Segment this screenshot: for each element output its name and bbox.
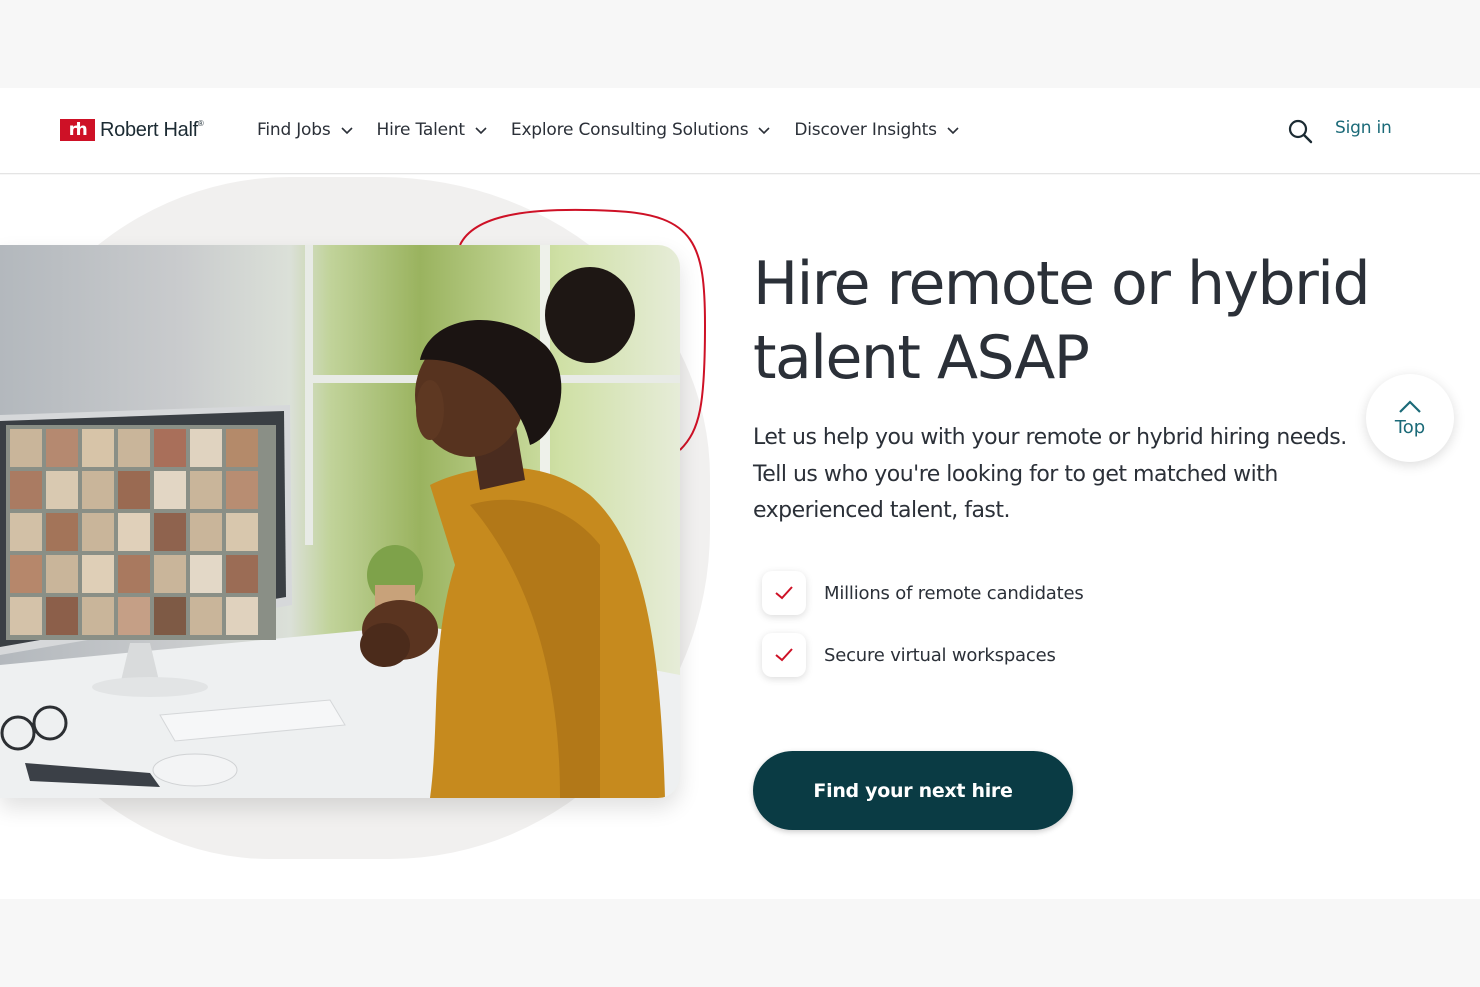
main-nav: Find Jobs Hire Talent Explore Consulting… [257, 118, 983, 142]
top-spacer [0, 0, 1480, 88]
hero-illustration [0, 245, 680, 798]
nav-hire-talent-label: Hire Talent [376, 120, 466, 140]
check-icon [762, 633, 806, 677]
logo-mark: rh [60, 119, 95, 141]
feature-label: Millions of remote candidates [824, 582, 1084, 604]
search-icon[interactable] [1287, 118, 1313, 144]
chevron-up-icon [1399, 399, 1421, 413]
logo-wordmark: Robert Half [100, 118, 198, 141]
find-next-hire-button[interactable]: Find your next hire [753, 751, 1073, 830]
chevron-down-icon [475, 127, 487, 135]
nav-hire-talent[interactable]: Hire Talent [377, 120, 487, 140]
nav-explore-consulting[interactable]: Explore Consulting Solutions [511, 120, 770, 140]
feature-item: Secure virtual workspaces [762, 633, 1056, 677]
hero-lead: Let us help you with your remote or hybr… [753, 425, 1347, 523]
hero-image [0, 245, 680, 798]
hero-headline: Hire remote or hybrid talent ASAP [753, 249, 1371, 393]
feature-item: Millions of remote candidates [762, 571, 1084, 615]
nav-find-jobs[interactable]: Find Jobs [257, 120, 353, 140]
bottom-spacer [0, 899, 1480, 987]
nav-find-jobs-label: Find Jobs [257, 120, 331, 140]
check-icon [762, 571, 806, 615]
nav-discover-insights[interactable]: Discover Insights [794, 120, 959, 140]
logo-trademark: ® [197, 118, 204, 128]
sign-in-link[interactable]: Sign in [1335, 118, 1392, 138]
video-call-grid [6, 425, 276, 640]
back-to-top-button[interactable]: Top [1366, 374, 1454, 462]
feature-label: Secure virtual workspaces [824, 644, 1056, 666]
back-to-top-label: Top [1394, 416, 1426, 438]
chevron-down-icon [947, 127, 959, 135]
nav-discover-insights-label: Discover Insights [794, 120, 937, 140]
chevron-down-icon [758, 127, 770, 135]
nav-explore-consulting-label: Explore Consulting Solutions [510, 120, 749, 140]
site-header: rh Robert Half® Find Jobs Hire Talent Ex… [0, 88, 1480, 174]
logo-text: Robert Half® [100, 118, 204, 142]
hero-section: Hire remote or hybrid talent ASAP Let us… [0, 175, 1480, 899]
chevron-down-icon [340, 127, 353, 135]
robert-half-logo[interactable]: rh Robert Half® [60, 118, 204, 142]
